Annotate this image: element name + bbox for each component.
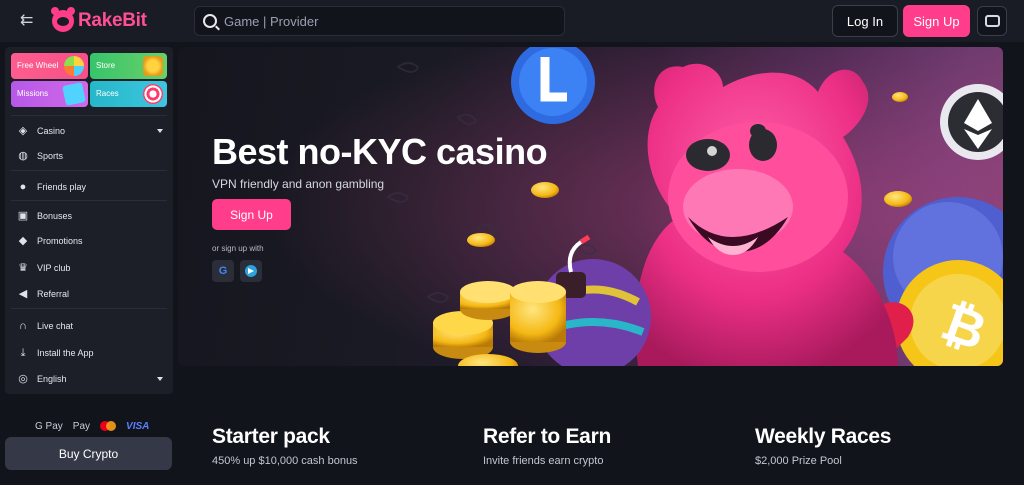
sidebar-item-promotions[interactable]: ◆ Promotions [5, 230, 173, 252]
sidebar-item-referral[interactable]: ◀ Referral [5, 283, 173, 305]
sidebar-item-label: Promotions [37, 236, 83, 246]
buy-crypto-button[interactable]: Buy Crypto [5, 437, 172, 470]
google-signup-button[interactable]: G [212, 260, 234, 282]
search-placeholder: Game | Provider [224, 13, 319, 29]
hero-banner: ₿ Best no-KYC casino VPN friendly and an… [178, 47, 1003, 366]
hero-title: Best no-KYC casino [212, 131, 548, 172]
divider [11, 115, 167, 116]
hero-signup-button[interactable]: Sign Up [212, 199, 291, 230]
apple-pay-icon: Pay [72, 421, 91, 432]
sidebar-item-live-chat[interactable]: ∩ Live chat [5, 315, 173, 337]
promo-missions[interactable]: Missions [11, 81, 88, 107]
collapse-menu-icon[interactable]: ⇇ [20, 12, 40, 30]
store-icon [143, 56, 163, 76]
top-header: ⇇ RakeBit Game | Provider Log In Sign Up [0, 0, 1024, 42]
chat-bubble-icon [984, 10, 1000, 27]
hero-subtitle: VPN friendly and anon gambling [212, 177, 385, 191]
feature-desc: Invite friends earn crypto [483, 455, 604, 467]
chevron-down-icon [157, 129, 163, 133]
payment-methods: G Pay Pay VISA [35, 419, 155, 433]
signup-button[interactable]: Sign Up [903, 5, 970, 37]
search-icon [203, 14, 217, 28]
bear-logo-icon [51, 7, 75, 32]
feature-desc: $2,000 Prize Pool [755, 455, 842, 467]
sidebar-item-install-app[interactable]: ⤓ Install the App [5, 342, 173, 364]
feature-title: Weekly Races [755, 425, 892, 448]
wheel-icon [64, 56, 84, 76]
tag-icon: ◆ [18, 235, 28, 247]
visa-icon: VISA [126, 420, 150, 432]
gift-icon: ▣ [17, 210, 29, 222]
globe-icon: ◎ [18, 373, 28, 385]
sidebar-item-label: Casino [37, 126, 66, 136]
promo-label: Missions [17, 89, 49, 98]
telegram-icon [245, 265, 257, 277]
sidebar-item-label: Install the App [37, 348, 94, 358]
sidebar-item-friends-play[interactable]: ● Friends play [5, 176, 173, 198]
login-button[interactable]: Log In [832, 5, 898, 37]
feature-refer-to-earn[interactable]: Refer to Earn Invite friends earn crypto [483, 425, 611, 467]
language-select[interactable]: ◎ English [5, 368, 173, 390]
feature-title: Starter pack [212, 425, 330, 448]
sidebar-item-label: Bonuses [37, 211, 73, 221]
promo-free-wheel[interactable]: Free Wheel [11, 53, 88, 79]
sidebar-item-label: Sports [37, 151, 64, 161]
divider [11, 200, 167, 201]
sidebar-item-casino[interactable]: ◈ Casino [5, 120, 173, 142]
sidebar-item-label: Referral [37, 289, 70, 299]
sidebar-item-label: VIP club [37, 263, 71, 273]
feature-desc: 450% up $10,000 cash bonus [212, 455, 358, 467]
sidebar-item-bonuses[interactable]: ▣ Bonuses [5, 205, 173, 227]
headphones-icon: ∩ [19, 320, 27, 332]
divider [11, 170, 167, 171]
sidebar-item-label: Live chat [37, 321, 74, 331]
promo-grid: Free Wheel Store Missions Races [11, 53, 167, 109]
search-input[interactable]: Game | Provider [194, 6, 565, 36]
promo-races[interactable]: Races [90, 81, 167, 107]
logo-text: RakeBit [78, 10, 147, 31]
promo-label: Free Wheel [17, 61, 59, 70]
sidebar: Free Wheel Store Missions Races ◈ Casino… [5, 47, 173, 394]
google-pay-icon: G Pay [35, 420, 63, 432]
chat-button[interactable] [977, 6, 1007, 36]
basketball-icon: ◍ [18, 150, 28, 162]
social-signup-label: or sign up with [212, 244, 264, 253]
download-icon: ⤓ [20, 347, 26, 359]
promo-label: Races [96, 89, 119, 98]
rakebit-logo[interactable]: RakeBit [51, 7, 147, 34]
sidebar-item-vip-club[interactable]: ♛ VIP club [5, 257, 173, 279]
feature-weekly-races[interactable]: Weekly Races $2,000 Prize Pool [755, 425, 891, 467]
target-icon [143, 84, 163, 104]
feature-title: Refer to Earn [483, 425, 611, 448]
megaphone-icon: ◀ [18, 288, 28, 300]
crown-icon: ♛ [18, 262, 28, 274]
promo-store[interactable]: Store [90, 53, 167, 79]
sidebar-item-label: Friends play [37, 182, 87, 192]
user-icon: ● [19, 181, 27, 193]
promo-label: Store [96, 61, 116, 70]
mastercard-icon [100, 421, 117, 431]
google-icon: G [218, 265, 228, 277]
sidebar-item-label: English [37, 374, 67, 384]
hero-illustration: ₿ [178, 47, 1003, 366]
chevron-down-icon [157, 377, 163, 381]
missions-icon [62, 82, 86, 106]
divider [11, 308, 167, 309]
sidebar-item-sports[interactable]: ◍ Sports [5, 145, 173, 167]
telegram-signup-button[interactable] [240, 260, 262, 282]
feature-starter-pack[interactable]: Starter pack 450% up $10,000 cash bonus [212, 425, 358, 467]
cube-icon: ◈ [18, 125, 28, 137]
